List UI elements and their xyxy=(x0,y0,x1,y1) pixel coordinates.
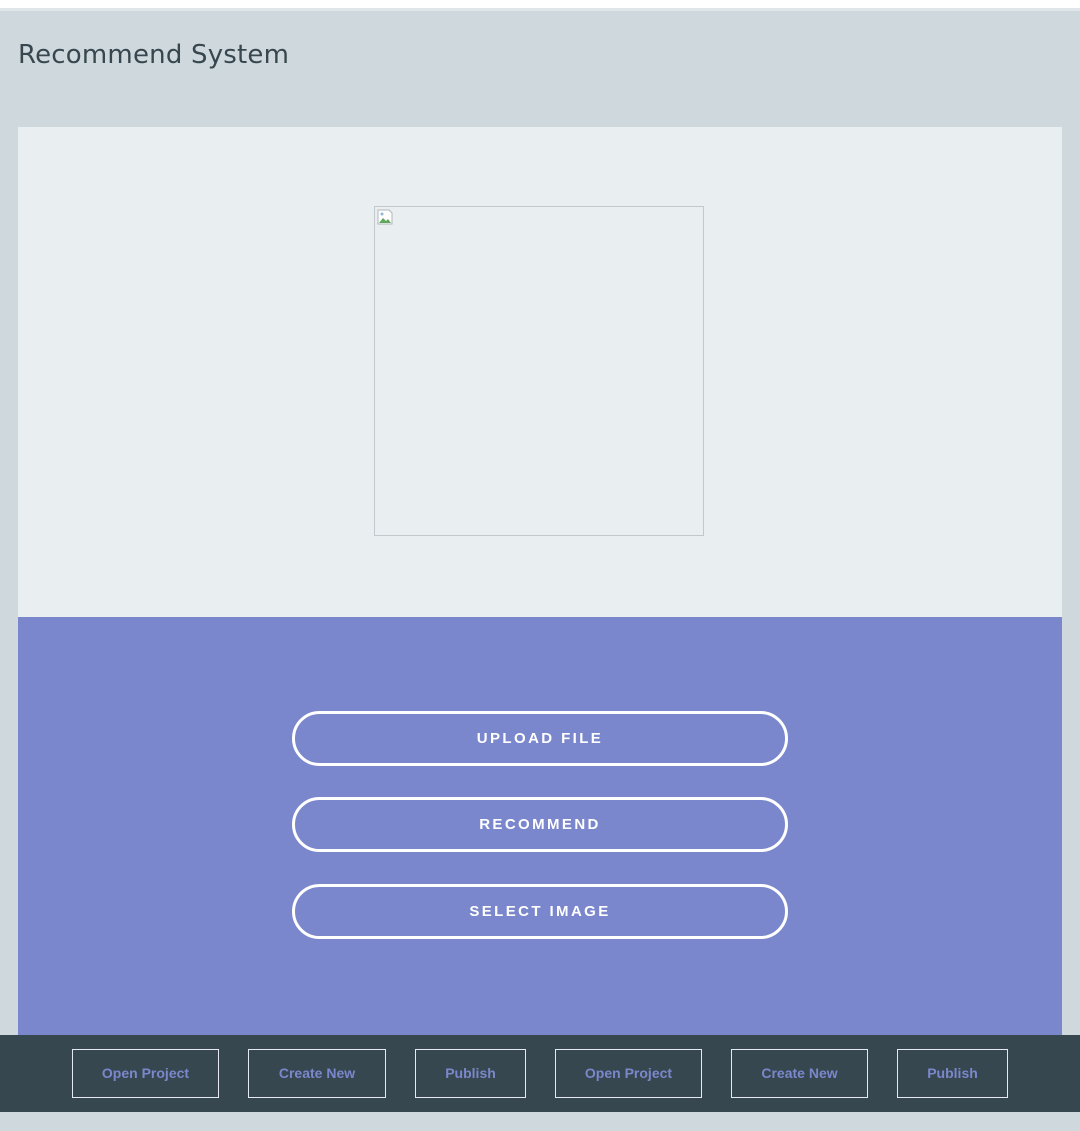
footer-bar: Open Project Create New Publish Open Pro… xyxy=(0,1035,1080,1112)
publish-button[interactable]: Publish xyxy=(415,1049,526,1098)
preview-image xyxy=(374,206,704,536)
open-project-button-2[interactable]: Open Project xyxy=(555,1049,702,1098)
upload-file-button[interactable]: UPLOAD FILE xyxy=(292,711,788,766)
create-new-button-2[interactable]: Create New xyxy=(731,1049,868,1098)
page-title: Recommend System xyxy=(18,40,290,70)
publish-button-2[interactable]: Publish xyxy=(897,1049,1008,1098)
open-project-button[interactable]: Open Project xyxy=(72,1049,219,1098)
broken-image-icon xyxy=(377,209,393,225)
create-new-button[interactable]: Create New xyxy=(248,1049,386,1098)
top-strip xyxy=(0,0,1080,8)
image-preview-panel xyxy=(18,127,1062,617)
select-image-button[interactable]: SELECT IMAGE xyxy=(292,884,788,939)
top-divider xyxy=(0,8,1080,11)
recommend-button[interactable]: RECOMMEND xyxy=(292,797,788,852)
action-panel: UPLOAD FILE RECOMMEND SELECT IMAGE xyxy=(18,617,1062,1035)
